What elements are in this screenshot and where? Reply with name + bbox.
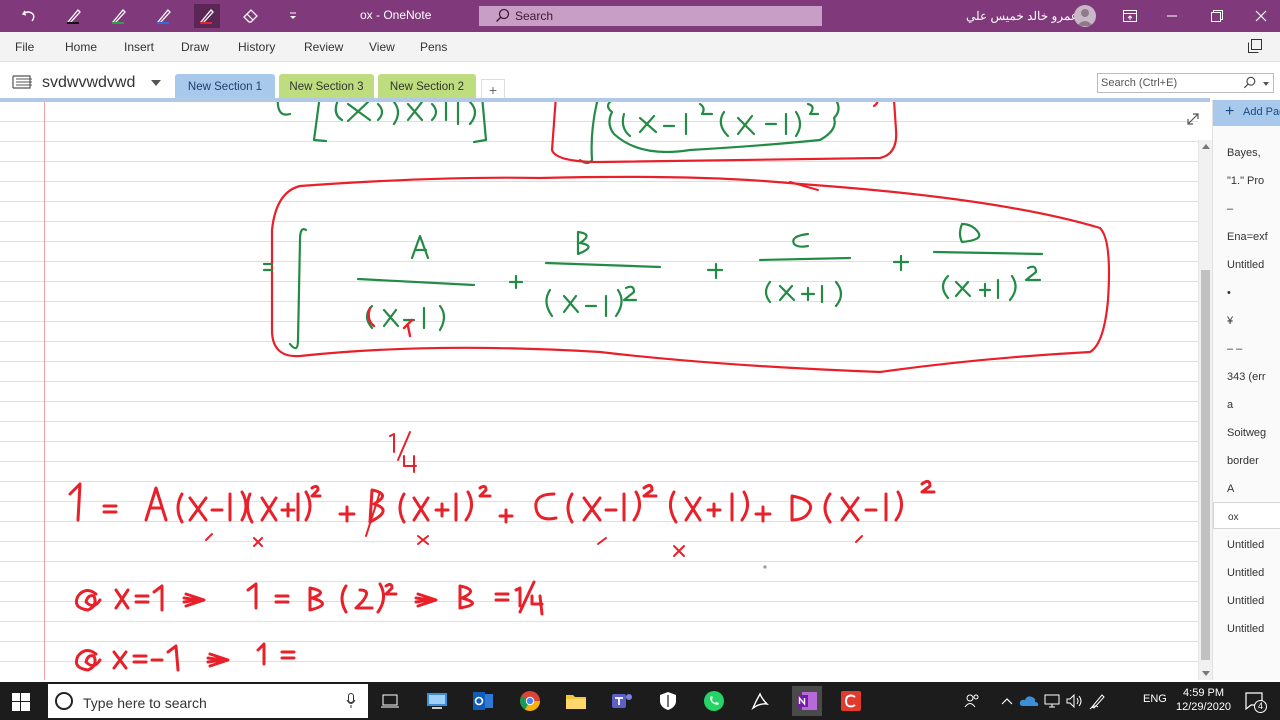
onenote-icon[interactable] bbox=[792, 686, 822, 716]
add-page-label: Add Page bbox=[1243, 106, 1280, 118]
teams-icon[interactable] bbox=[610, 689, 634, 713]
taskbar: Type here to search ENG 4:59 PM 12/29/20… bbox=[0, 682, 1280, 720]
ink-partial-fractions bbox=[262, 222, 1044, 350]
language-indicator[interactable]: ENG bbox=[1143, 693, 1167, 705]
chevron-down-icon[interactable] bbox=[1263, 82, 1269, 86]
add-page-button[interactable]: + Add Page bbox=[1213, 100, 1280, 126]
ink-previous-red-box bbox=[550, 102, 898, 164]
page-item[interactable]: – – bbox=[1213, 334, 1280, 361]
security-icon[interactable] bbox=[656, 689, 680, 713]
page-item[interactable]: a bbox=[1213, 390, 1280, 417]
chevron-up-icon[interactable] bbox=[995, 689, 1019, 713]
onedrive-icon[interactable] bbox=[1017, 689, 1041, 713]
ink-equation-line-1 bbox=[68, 479, 936, 524]
page-item[interactable]: – bbox=[1213, 194, 1280, 221]
page-item[interactable]: Soitweg bbox=[1213, 418, 1280, 445]
page-item[interactable]: Bayes, bbox=[1213, 138, 1280, 165]
task-view-icon[interactable] bbox=[378, 689, 402, 713]
page-item[interactable]: Untitled bbox=[1213, 586, 1280, 613]
ink-one bbox=[68, 482, 82, 522]
computer-app-icon[interactable] bbox=[425, 689, 449, 713]
scroll-down-icon[interactable] bbox=[1202, 671, 1210, 676]
ink-one-quarter bbox=[389, 433, 395, 453]
page-item[interactable]: Untitled bbox=[1213, 614, 1280, 641]
search-icon bbox=[1243, 76, 1257, 93]
ink-annotations bbox=[205, 431, 863, 557]
page-item[interactable]: border bbox=[1213, 446, 1280, 473]
clock[interactable]: 4:59 PM 12/29/2020 bbox=[1176, 686, 1231, 714]
ink-previous-green bbox=[276, 102, 840, 165]
ink-equation-line-2 bbox=[74, 580, 544, 616]
page-scrollbar[interactable] bbox=[1198, 140, 1212, 680]
volume-icon[interactable] bbox=[1063, 689, 1087, 713]
people-icon[interactable] bbox=[960, 689, 984, 713]
acrobat-icon[interactable] bbox=[748, 689, 772, 713]
page-item[interactable]: Untitled bbox=[1213, 558, 1280, 585]
pen-workspace-icon[interactable] bbox=[1086, 689, 1110, 713]
taskbar-search-input[interactable]: Type here to search bbox=[48, 684, 368, 718]
page-item-selected[interactable]: ox bbox=[1213, 502, 1280, 529]
ink-integral bbox=[288, 228, 308, 350]
page-item[interactable]: Ena=exf bbox=[1213, 222, 1280, 249]
page-item[interactable]: Untitled bbox=[1213, 250, 1280, 277]
ink-drawing[interactable] bbox=[0, 0, 1198, 680]
ink-equation-line-3 bbox=[74, 642, 296, 672]
clock-date: 12/29/2020 bbox=[1176, 701, 1232, 713]
plus-icon: + bbox=[1225, 103, 1235, 120]
clock-time: 4:59 PM bbox=[1183, 687, 1225, 699]
page-item[interactable]: 343 (err bbox=[1213, 362, 1280, 389]
page-item[interactable]: Untitled bbox=[1213, 530, 1280, 557]
page-item[interactable]: ¥ bbox=[1213, 306, 1280, 333]
page-item[interactable]: "1." Pro bbox=[1213, 166, 1280, 193]
share-window-icon[interactable] bbox=[1248, 39, 1262, 58]
chrome-icon[interactable] bbox=[518, 689, 542, 713]
restore-icon[interactable] bbox=[1203, 4, 1231, 28]
whatsapp-icon[interactable] bbox=[702, 689, 726, 713]
camtasia-icon[interactable] bbox=[839, 689, 863, 713]
ink-red-correction bbox=[367, 306, 414, 338]
taskbar-search-placeholder: Type here to search bbox=[83, 695, 207, 711]
notification-icon[interactable]: 4 bbox=[1245, 692, 1267, 715]
cortana-icon bbox=[55, 692, 73, 710]
page-item[interactable]: • bbox=[1213, 278, 1280, 305]
page-item[interactable]: A bbox=[1213, 474, 1280, 501]
file-explorer-icon[interactable] bbox=[564, 689, 588, 713]
page-list: + Add Page Bayes, "1." Pro – Ena=exf Unt… bbox=[1212, 100, 1280, 680]
ink-red-box bbox=[270, 175, 1111, 374]
close-icon[interactable] bbox=[1247, 4, 1275, 28]
notification-badge: 4 bbox=[1254, 700, 1267, 713]
network-icon[interactable] bbox=[1040, 689, 1064, 713]
microphone-icon[interactable] bbox=[346, 693, 356, 714]
expand-page-icon[interactable] bbox=[1186, 112, 1200, 131]
scroll-thumb[interactable] bbox=[1201, 270, 1210, 660]
onenote-window: ox - OneNote Search عمرو خالد خميس علي F… bbox=[0, 0, 1280, 720]
outlook-icon[interactable] bbox=[471, 689, 495, 713]
scroll-up-icon[interactable] bbox=[1202, 144, 1210, 149]
windows-start-icon[interactable] bbox=[12, 693, 30, 716]
